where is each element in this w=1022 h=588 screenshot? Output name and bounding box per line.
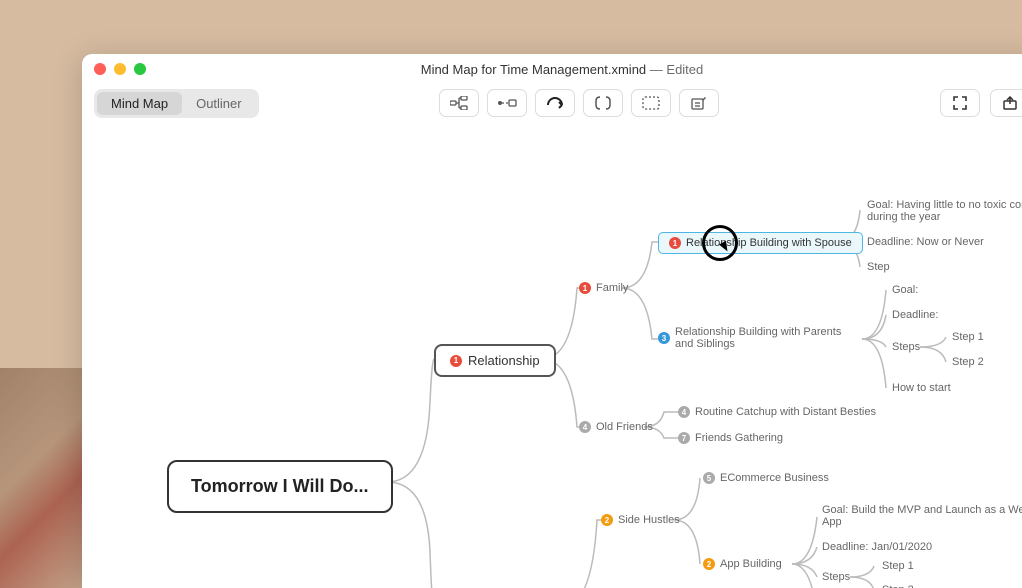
node-step1[interactable]: Step 1 [952,331,984,343]
close-button[interactable] [94,63,106,75]
tab-outliner[interactable]: Outliner [182,92,256,115]
node-friends-gathering[interactable]: 7 Friends Gathering [678,432,783,444]
node-how-start[interactable]: How to start [892,382,951,394]
node-app-building[interactable]: 2 App Building [703,558,782,570]
subtopic-icon[interactable] [439,89,479,117]
mindmap-canvas[interactable]: Tomorrow I Will Do... 1 Relationship 2 A… [82,122,1022,588]
branch-relationship-label: Relationship [468,353,540,368]
node-goal-empty[interactable]: Goal: [892,284,918,296]
node-old-friends[interactable]: 4 Old Friends [579,421,653,433]
node-deadline-jan[interactable]: Deadline: Jan/01/2020 [822,541,932,553]
node-deadline-empty[interactable]: Deadline: [892,309,938,321]
titlebar: Mind Map for Time Management.xmind — Edi… [82,54,1022,84]
minimize-button[interactable] [114,63,126,75]
node-step2[interactable]: Step 2 [952,356,984,368]
node-steps2[interactable]: Steps [822,571,850,583]
undo-icon[interactable] [535,89,575,117]
app-window: Mind Map for Time Management.xmind — Edi… [82,54,1022,588]
node-side-hustles[interactable]: 2 Side Hustles [601,514,680,526]
maximize-button[interactable] [134,63,146,75]
node-rel-spouse[interactable]: 1 Relationship Building with Spouse [658,232,863,254]
node-goal-mvp[interactable]: Goal: Build the MVP and Launch as a Web … [822,504,1022,528]
fullscreen-icon[interactable] [940,89,980,117]
window-title: Mind Map for Time Management.xmind — Edi… [82,62,1022,77]
boundary-icon[interactable] [583,89,623,117]
badge-1: 1 [450,355,462,367]
relationship-icon[interactable] [487,89,527,117]
node-rel-parents[interactable]: 3 Relationship Building with Parents and… [658,326,858,350]
share-icon[interactable] [990,89,1022,117]
right-tools [940,89,1022,117]
node-app-step2[interactable]: Step 2 [882,584,914,588]
node-family[interactable]: 1 Family [579,282,628,294]
note-icon[interactable] [679,89,719,117]
node-deadline-now[interactable]: Deadline: Now or Never [867,236,984,248]
root-node[interactable]: Tomorrow I Will Do... [167,460,393,513]
window-controls [94,63,146,75]
node-steps[interactable]: Steps [892,341,920,353]
branch-relationship[interactable]: 1 Relationship [434,344,556,377]
node-step[interactable]: Step [867,261,890,273]
tool-group [439,89,719,117]
summary-icon[interactable] [631,89,671,117]
node-app-step1[interactable]: Step 1 [882,560,914,572]
node-ecommerce[interactable]: 5 ECommerce Business [703,472,829,484]
tab-mindmap[interactable]: Mind Map [97,92,182,115]
node-routine-catchup[interactable]: 4 Routine Catchup with Distant Besties [678,406,876,418]
toolbar: Mind Map Outliner [82,84,1022,122]
node-goal-toxic[interactable]: Goal: Having little to no toxic com duri… [867,199,1022,223]
view-toggle: Mind Map Outliner [94,89,259,118]
